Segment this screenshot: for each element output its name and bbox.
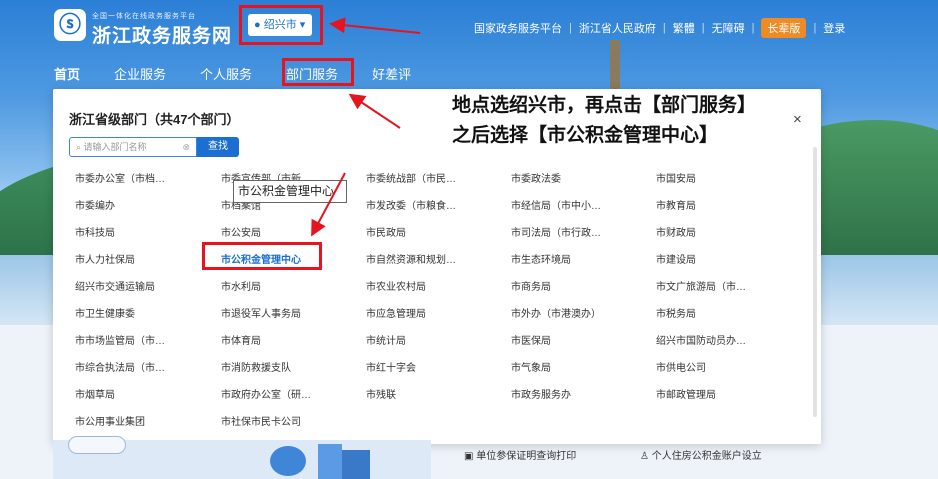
arrow-overlay [311, 17, 421, 237]
view-button[interactable] [68, 436, 126, 454]
document-icon: ▣ [464, 451, 477, 462]
illustration-shape [342, 450, 370, 479]
person-icon: ♙ [640, 451, 652, 462]
service-link-label: 单位参保证明查询打印 [476, 451, 577, 462]
service-link-insurance-cert[interactable]: ▣ 单位参保证明查询打印 [464, 447, 576, 462]
arrow-to-city [329, 17, 421, 34]
arrow-to-fund-center [311, 172, 346, 237]
illustration-shape [270, 446, 306, 476]
service-link-label: 个人住房公积金账户设立 [651, 451, 762, 462]
service-link-housing-fund-account[interactable]: ♙ 个人住房公积金账户设立 [640, 447, 762, 462]
illustration-shape [318, 444, 342, 479]
arrow-to-department-nav [348, 93, 401, 129]
